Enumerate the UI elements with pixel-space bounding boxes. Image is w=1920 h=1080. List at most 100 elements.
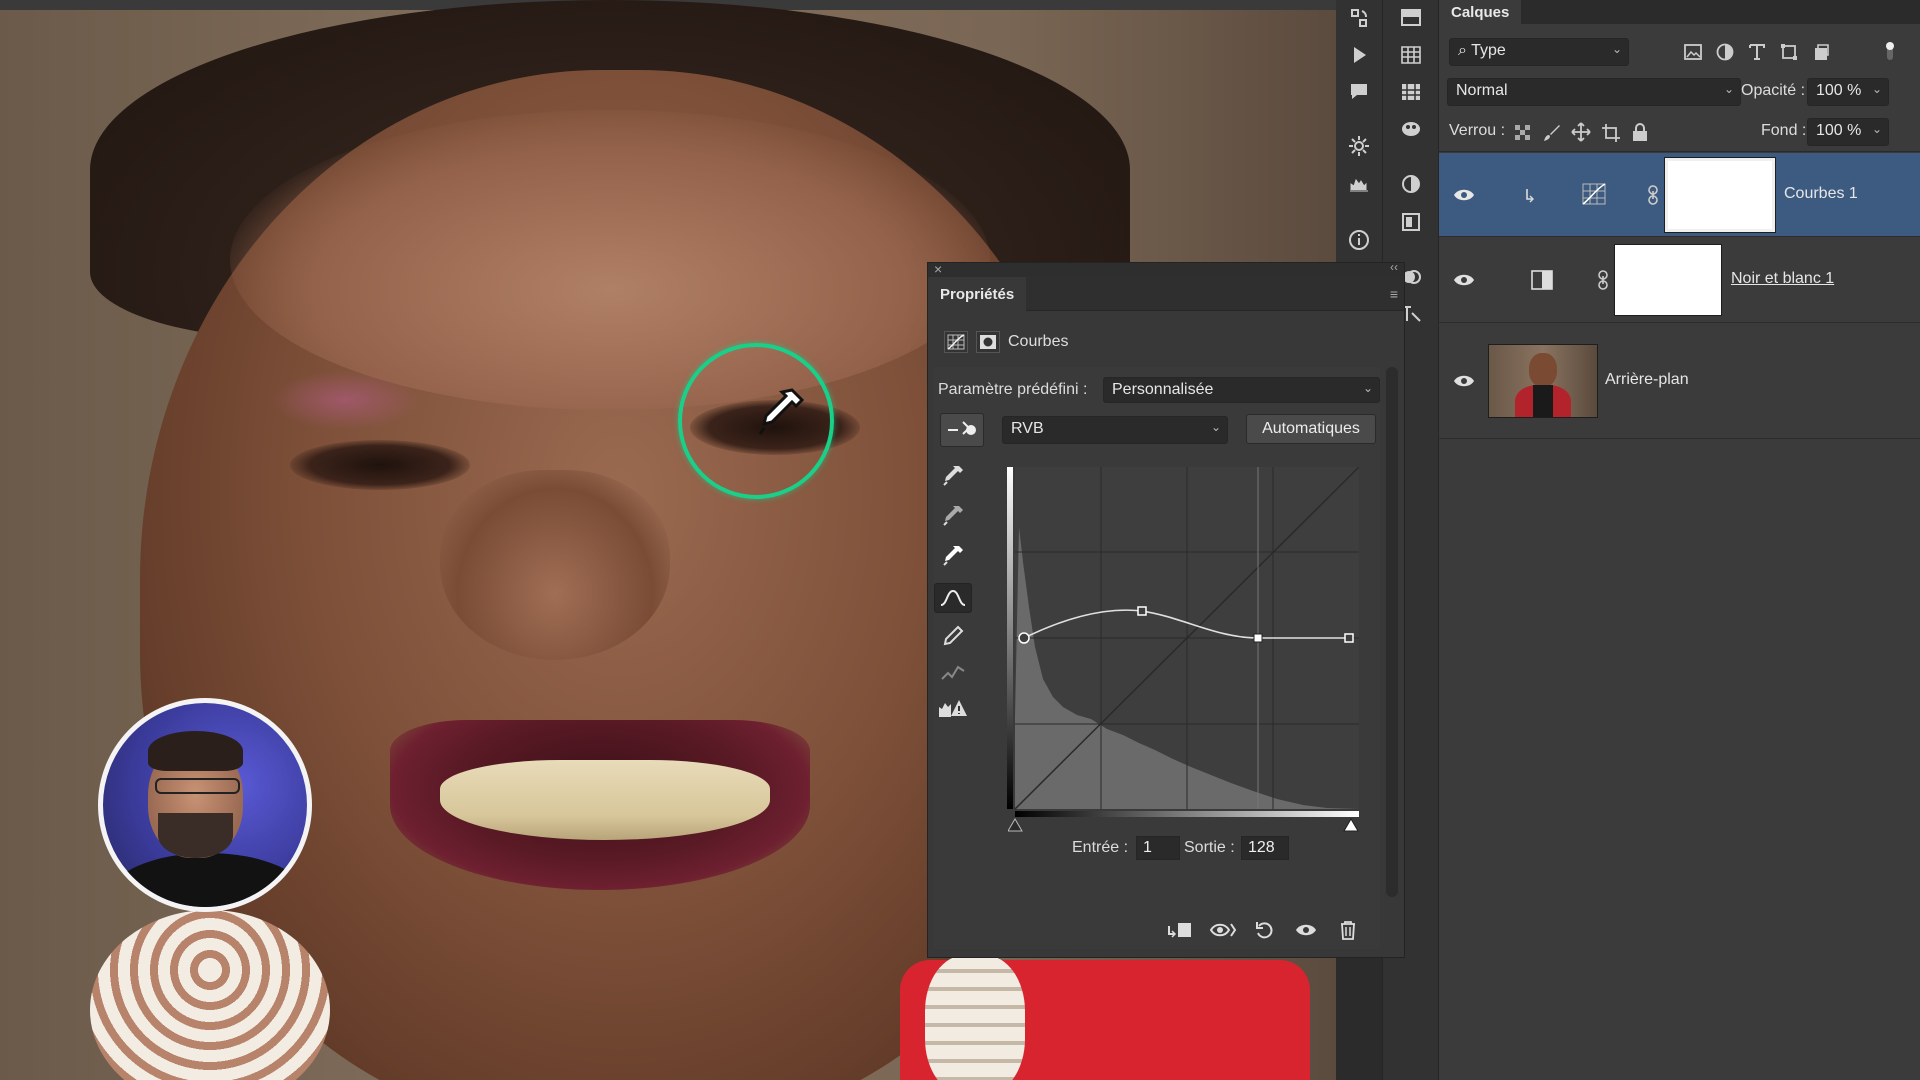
black-white-adjustment-icon[interactable] <box>1531 270 1553 290</box>
curve-point[interactable] <box>1253 633 1263 643</box>
eyedropper-black-icon[interactable] <box>934 461 972 491</box>
photo-necklace-right <box>925 955 1025 1080</box>
adjustments-icon[interactable] <box>1399 172 1423 196</box>
lock-position-move-icon[interactable] <box>1571 122 1591 142</box>
filter-adjustment-icon[interactable] <box>1715 42 1735 62</box>
panel-menu-icon[interactable]: ≡ <box>1390 286 1398 302</box>
curve-point-tool-icon[interactable] <box>934 583 972 613</box>
adjustments-sun-icon[interactable] <box>1347 134 1371 158</box>
opacity-label: Opacité : <box>1741 82 1806 99</box>
libraries-icon[interactable] <box>1399 210 1423 234</box>
layer-name[interactable]: Noir et blanc 1 <box>1731 270 1834 288</box>
layers-tabbar: Calques <box>1439 0 1920 24</box>
comment-icon[interactable] <box>1347 80 1371 104</box>
curve-point[interactable] <box>1344 633 1354 643</box>
curve-point[interactable] <box>1137 606 1147 616</box>
chevron-down-icon: ⌄ <box>1871 122 1882 136</box>
smooth-curve-icon[interactable] <box>934 657 972 687</box>
curve-point-selected[interactable] <box>1018 632 1030 644</box>
lock-artboard-icon[interactable] <box>1601 123 1621 143</box>
blend-mode-dropdown[interactable]: Normal ⌄ <box>1447 78 1741 106</box>
preset-dropdown[interactable]: Personnalisée ⌄ <box>1103 377 1380 403</box>
fill-field[interactable]: 100 % ⌄ <box>1807 118 1889 146</box>
eyedropper-white-icon[interactable] <box>934 541 972 571</box>
view-previous-state-icon[interactable] <box>1208 917 1238 943</box>
thumb-face <box>1529 353 1557 387</box>
history-icon[interactable] <box>1347 6 1371 30</box>
layers-blend-row: Normal ⌄ Opacité : 100 % ⌄ <box>1439 72 1920 112</box>
chevron-down-icon: ⌄ <box>1210 420 1221 434</box>
swatches-grid-icon[interactable] <box>1399 43 1423 67</box>
auto-button[interactable]: Automatiques <box>1246 414 1376 444</box>
lock-pixels-brush-icon[interactable] <box>1543 124 1561 142</box>
filter-toggle-icon[interactable] <box>1883 40 1897 62</box>
trash-icon[interactable] <box>1333 917 1363 943</box>
opacity-field[interactable]: 100 % ⌄ <box>1807 78 1889 106</box>
link-icon[interactable] <box>1597 270 1609 290</box>
fill-label: Fond : <box>1761 122 1807 139</box>
adjustment-type-row: Courbes <box>944 331 1068 353</box>
eye-icon[interactable] <box>1453 373 1475 389</box>
link-icon[interactable] <box>1647 185 1659 205</box>
layer-name[interactable]: Arrière-plan <box>1605 371 1689 389</box>
collapse-icon[interactable]: ‹‹ <box>1390 260 1398 274</box>
lock-transparency-icon[interactable] <box>1514 124 1532 142</box>
close-icon[interactable]: × <box>934 261 942 277</box>
clip-to-layer-icon[interactable] <box>1165 917 1195 943</box>
eye-icon[interactable] <box>1453 187 1475 203</box>
mask-icon[interactable] <box>976 331 1000 353</box>
clipping-warning-icon[interactable] <box>934 693 972 723</box>
filter-type-value: Type <box>1471 42 1506 59</box>
layer-name[interactable]: Courbes 1 <box>1784 185 1858 203</box>
layer-row-courbes[interactable]: Courbes 1 <box>1439 153 1920 237</box>
layer-mask-thumbnail[interactable] <box>1614 244 1722 316</box>
chevron-down-icon: ⌄ <box>1611 42 1622 56</box>
filter-smart-object-icon[interactable] <box>1811 42 1831 62</box>
lock-all-icon[interactable] <box>1631 122 1649 142</box>
tab-layers[interactable]: Calques <box>1439 0 1522 24</box>
layer-mask-thumbnail[interactable] <box>1664 157 1776 233</box>
tab-properties[interactable]: Propriétés <box>928 277 1027 311</box>
channel-dropdown[interactable]: RVB ⌄ <box>1002 416 1228 444</box>
curves-icon[interactable] <box>944 331 968 353</box>
layers-lock-row: Verrou : Fond : 100 % ⌄ <box>1439 112 1920 152</box>
photo-nose <box>440 470 670 660</box>
layer-photo-thumbnail[interactable] <box>1488 344 1598 418</box>
layers-panel: Calques ⌕ Type ⌄ Normal ⌄ Opacité : 100 … <box>1438 0 1920 1080</box>
output-field[interactable]: 128 <box>1241 836 1289 860</box>
black-point-slider-icon[interactable] <box>1008 818 1023 832</box>
reset-icon[interactable] <box>1250 917 1280 943</box>
photo-forehead <box>230 110 990 410</box>
photo-teeth <box>440 760 770 840</box>
filter-type-dropdown[interactable]: ⌕ Type ⌄ <box>1449 38 1629 66</box>
photo-eyelid <box>270 370 420 430</box>
pencil-icon[interactable] <box>934 621 972 651</box>
info-icon[interactable] <box>1347 228 1371 252</box>
properties-scrollbar[interactable] <box>1386 367 1398 897</box>
curves-graph[interactable] <box>1007 467 1359 813</box>
white-point-slider-icon[interactable] <box>1343 818 1359 832</box>
input-field[interactable]: 1 <box>1136 836 1180 860</box>
layers-filter-row: ⌕ Type ⌄ <box>1439 32 1920 72</box>
toggle-visibility-eye-icon[interactable] <box>1291 917 1321 943</box>
properties-panel: × ‹‹ Propriétés ≡ Courbes Paramètre préd… <box>927 260 1405 958</box>
clipping-arrow-icon <box>1526 189 1534 203</box>
input-sliders[interactable] <box>1008 811 1364 833</box>
layer-row-arriere-plan[interactable]: Arrière-plan <box>1439 323 1920 439</box>
patterns-icon[interactable] <box>1399 80 1423 104</box>
eyedropper-gray-icon[interactable] <box>934 501 972 531</box>
color-swatch-icon[interactable] <box>1399 6 1423 30</box>
curves-adjustment-icon[interactable] <box>1582 183 1606 205</box>
on-image-adjust-button[interactable] <box>940 413 984 447</box>
filter-text-icon[interactable] <box>1747 42 1767 62</box>
lock-label: Verrou : <box>1449 122 1506 139</box>
eye-icon[interactable] <box>1453 272 1475 288</box>
styles-icon[interactable] <box>1399 117 1423 141</box>
filter-pixel-icon[interactable] <box>1683 42 1703 62</box>
layer-row-noir-et-blanc[interactable]: Noir et blanc 1 <box>1439 237 1920 323</box>
play-action-icon[interactable] <box>1347 43 1371 67</box>
preset-value: Personnalisée <box>1112 381 1214 398</box>
eyedropper-cursor-icon <box>758 388 805 435</box>
histogram-icon[interactable] <box>1347 172 1371 196</box>
filter-shape-icon[interactable] <box>1779 42 1799 62</box>
